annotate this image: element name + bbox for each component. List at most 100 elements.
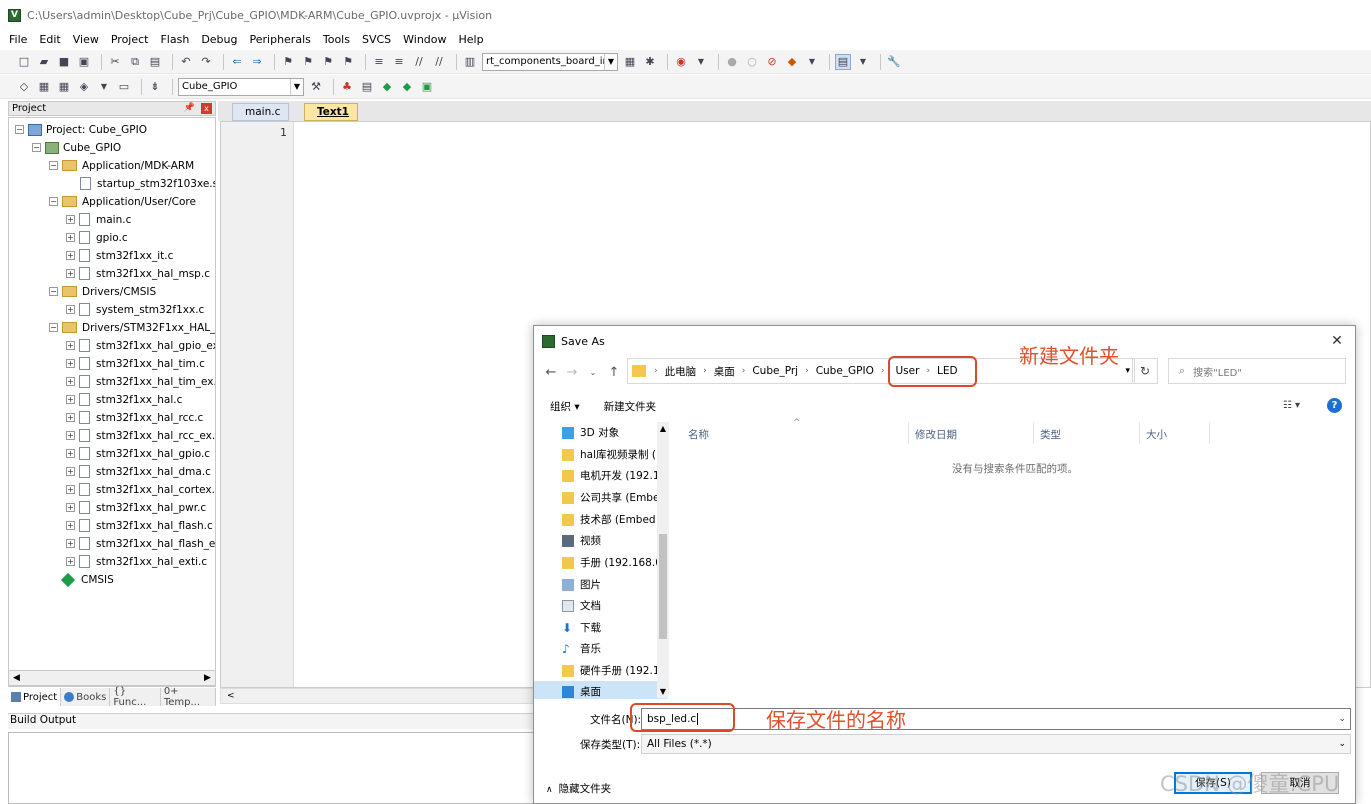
chevron-down-icon[interactable]: ▼ xyxy=(290,78,303,95)
close-icon[interactable]: x xyxy=(201,103,212,114)
chevron-down-icon[interactable]: ⌄ xyxy=(1338,735,1346,753)
chevron-right-icon[interactable]: › xyxy=(881,366,885,376)
new-file-icon[interactable]: □ xyxy=(16,54,32,70)
breakpoint-kill-icon[interactable]: ◆ xyxy=(784,54,800,70)
chevron-right-icon[interactable]: › xyxy=(805,366,809,376)
nav-item[interactable]: ⬇ 下载 xyxy=(562,617,601,638)
collapse-icon[interactable]: − xyxy=(32,143,41,152)
expand-icon[interactable]: + xyxy=(66,467,75,476)
expand-icon[interactable]: + xyxy=(66,305,75,314)
tree-node[interactable]: − Cube_GPIO xyxy=(32,139,121,156)
tree-node[interactable]: + stm32f1xx_hal_cortex.c xyxy=(66,481,215,498)
scroll-left-icon[interactable]: < xyxy=(227,691,235,701)
pack-installer-icon[interactable]: ◆ xyxy=(379,79,395,95)
menu-file[interactable]: File xyxy=(9,33,27,46)
nav-item[interactable]: ♪ 音乐 xyxy=(562,638,601,659)
tab-functions[interactable]: {} Func... xyxy=(110,686,161,708)
search-box[interactable]: ⌕ 搜索"LED" xyxy=(1168,358,1346,384)
chevron-down-icon[interactable]: ▼ xyxy=(855,54,871,70)
expand-icon[interactable]: + xyxy=(66,359,75,368)
tree-node[interactable]: + stm32f1xx_hal_msp.c xyxy=(66,265,210,282)
expand-icon[interactable]: + xyxy=(66,449,75,458)
bookmark-next-icon[interactable]: ⚑ xyxy=(320,54,336,70)
expand-icon[interactable]: + xyxy=(66,341,75,350)
nav-item[interactable]: 3D 对象 xyxy=(562,422,619,443)
menu-tools[interactable]: Tools xyxy=(323,33,350,46)
recent-dropdown-icon[interactable]: ⌄ xyxy=(584,368,602,377)
bookmark-icon[interactable]: ⚑ xyxy=(280,54,296,70)
collapse-icon[interactable]: − xyxy=(49,323,58,332)
target-options-icon[interactable]: ⚒ xyxy=(308,79,324,95)
nav-item-desktop[interactable]: 桌面 xyxy=(534,681,667,699)
expand-icon[interactable]: + xyxy=(66,269,75,278)
tree-node[interactable]: + stm32f1xx_hal_pwr.c xyxy=(66,499,206,516)
navigation-scrollbar[interactable]: ▲ ▼ xyxy=(657,422,669,698)
breadcrumb-desktop[interactable]: 桌面 xyxy=(714,364,735,379)
nav-forward-icon[interactable]: ⇒ xyxy=(249,54,265,70)
tab-main-c[interactable]: main.c xyxy=(232,103,290,121)
tree-node[interactable]: + stm32f1xx_hal.c xyxy=(66,391,182,408)
breadcrumb-cube-prj[interactable]: Cube_Prj xyxy=(752,365,798,377)
tree-node[interactable]: − Drivers/CMSIS xyxy=(49,283,156,300)
tree-node[interactable]: + stm32f1xx_hal_rcc_ex.c xyxy=(66,427,215,444)
paste-icon[interactable]: ▤ xyxy=(147,54,163,70)
chevron-down-icon[interactable]: ▼ xyxy=(693,54,709,70)
debug-session-icon[interactable]: ◉ xyxy=(673,54,689,70)
expand-icon[interactable]: + xyxy=(66,377,75,386)
chevron-right-icon[interactable]: › xyxy=(654,366,658,376)
batch-build-icon[interactable]: ◈ xyxy=(76,79,92,95)
expand-icon[interactable]: + xyxy=(66,557,75,566)
hide-folders-toggle[interactable]: ∧ 隐藏文件夹 xyxy=(546,781,611,796)
tree-node[interactable]: + stm32f1xx_hal_tim.c xyxy=(66,355,205,372)
tree-node[interactable]: + stm32f1xx_hal_flash_ex.c xyxy=(66,535,215,552)
tree-node[interactable]: − Project: Cube_GPIO xyxy=(15,121,147,138)
refresh-icon[interactable]: ↻ xyxy=(1132,358,1158,384)
nav-item[interactable]: 电机开发 (192.1 xyxy=(562,465,660,486)
menu-peripherals[interactable]: Peripherals xyxy=(250,33,311,46)
breakpoint-clear-icon[interactable]: ⊘ xyxy=(764,54,780,70)
pin-icon[interactable]: 📌 xyxy=(184,102,195,115)
expand-icon[interactable]: + xyxy=(66,539,75,548)
menu-edit[interactable]: Edit xyxy=(39,33,60,46)
tree-node[interactable]: CMSIS xyxy=(60,571,114,588)
menu-svcs[interactable]: SVCS xyxy=(362,33,391,46)
tree-node[interactable]: + stm32f1xx_hal_gpio.c xyxy=(66,445,210,462)
nav-item[interactable]: 技术部 (Embed xyxy=(562,509,656,530)
copy-icon[interactable]: ⧉ xyxy=(127,54,143,70)
column-name[interactable]: 名称 xyxy=(688,427,709,442)
menu-help[interactable]: Help xyxy=(459,33,484,46)
menu-window[interactable]: Window xyxy=(403,33,446,46)
tree-node[interactable]: + stm32f1xx_hal_gpio_ex.c xyxy=(66,337,215,354)
collapse-icon[interactable]: − xyxy=(49,197,58,206)
tree-node[interactable]: + stm32f1xx_hal_exti.c xyxy=(66,553,207,570)
nav-back-icon[interactable]: ⇐ xyxy=(229,54,245,70)
manage-components-icon[interactable]: ♣ xyxy=(339,79,355,95)
build-icon[interactable]: ▦ xyxy=(36,79,52,95)
tree-node[interactable]: + system_stm32f1xx.c xyxy=(66,301,204,318)
build-output-pane[interactable] xyxy=(8,732,535,804)
breadcrumb-cube-gpio[interactable]: Cube_GPIO xyxy=(816,365,874,377)
nav-item[interactable]: 视频 xyxy=(562,530,601,551)
rebuild-icon[interactable]: ▦ xyxy=(56,79,72,95)
filename-input[interactable]: bsp_led.c ⌄ xyxy=(641,708,1351,730)
save-all-icon[interactable]: ▣ xyxy=(76,54,92,70)
translate-icon[interactable]: ◇ xyxy=(16,79,32,95)
menu-debug[interactable]: Debug xyxy=(201,33,237,46)
breakpoint-icon[interactable]: ● xyxy=(724,54,740,70)
incremental-find-icon[interactable]: ✱ xyxy=(642,54,658,70)
tab-text1[interactable]: Text1 xyxy=(304,103,358,121)
collapse-icon[interactable]: − xyxy=(49,287,58,296)
indent-icon[interactable]: ≡ xyxy=(371,54,387,70)
tree-node[interactable]: + gpio.c xyxy=(66,229,128,246)
scroll-up-icon[interactable]: ▲ xyxy=(657,424,669,433)
help-icon[interactable]: ? xyxy=(1327,398,1342,413)
up-arrow-icon[interactable]: ↑ xyxy=(605,365,623,380)
expand-icon[interactable]: + xyxy=(66,251,75,260)
project-horizontal-scrollbar[interactable]: ◀ ▶ xyxy=(8,670,216,686)
nav-item[interactable]: 硬件手册 (192.1 xyxy=(562,660,660,681)
tree-node[interactable]: + stm32f1xx_hal_flash.c xyxy=(66,517,213,534)
scroll-down-icon[interactable]: ▼ xyxy=(657,687,669,696)
column-divider[interactable] xyxy=(1209,422,1210,444)
expand-icon[interactable]: + xyxy=(66,413,75,422)
chevron-down-icon[interactable]: ▼ xyxy=(96,79,112,95)
